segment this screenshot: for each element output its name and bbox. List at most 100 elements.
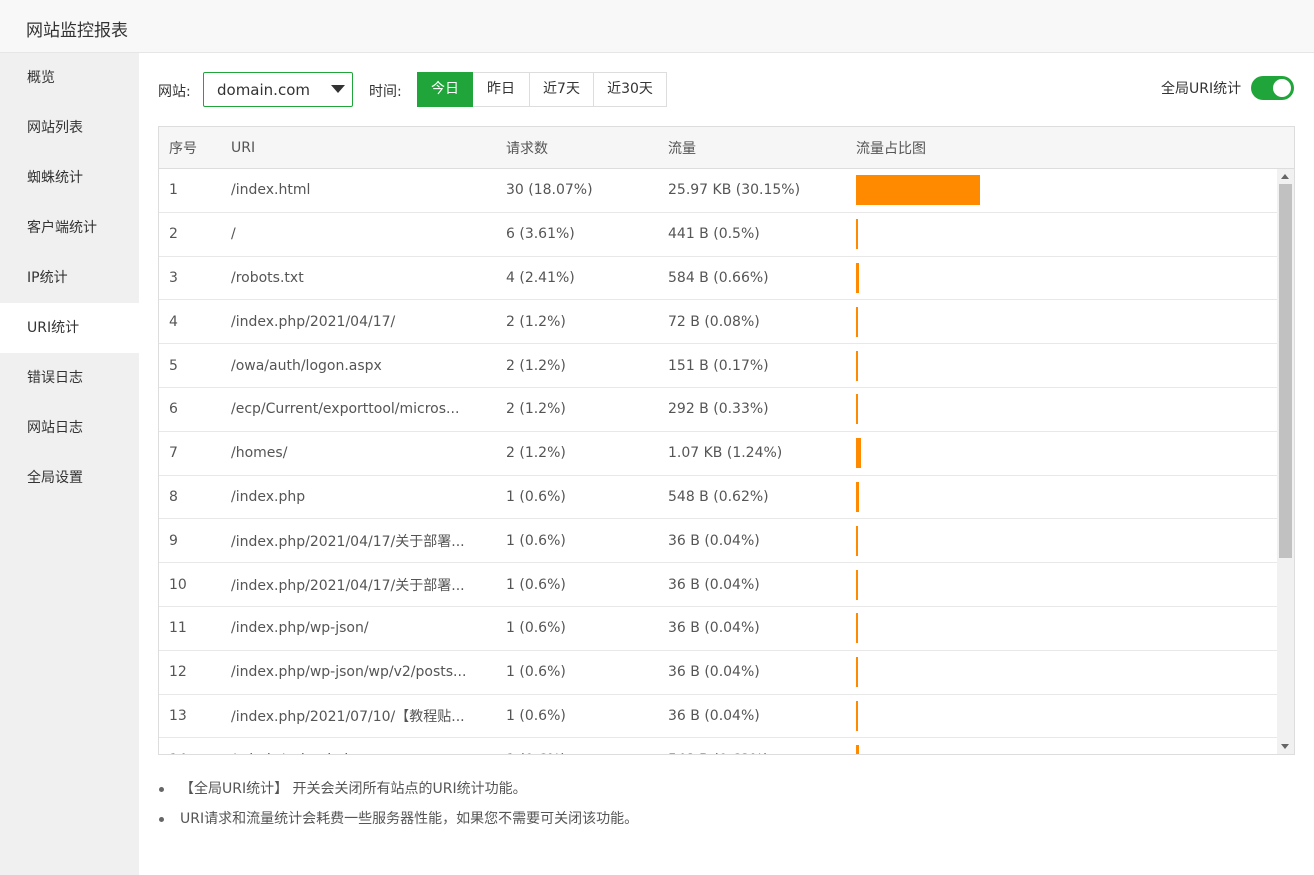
row-traffic: 548 B (0.62%) bbox=[668, 488, 769, 505]
row-traffic: 25.97 KB (30.15%) bbox=[668, 182, 801, 199]
row-requests: 2 (1.2%) bbox=[506, 401, 566, 418]
row-traffic: 36 B (0.04%) bbox=[668, 664, 760, 681]
sidebar-item-site-list[interactable]: 网站列表 bbox=[0, 103, 139, 153]
row-traffic: 292 B (0.33%) bbox=[668, 401, 769, 418]
table-body: 1/index.html 30 (18.07%) 25.97 KB (30.15%)… bbox=[159, 169, 1277, 754]
sidebar: 概览 网站列表 蜘蛛统计 客户端统计 IP统计 URI统计 错误日志 网站日志 … bbox=[0, 53, 139, 875]
title-bar: 网站监控报表 bbox=[0, 0, 1314, 53]
row-traffic-chart bbox=[856, 213, 1276, 256]
row-requests: 4 (2.41%) bbox=[506, 269, 575, 286]
row-uri: /index.php/2021/07/10/【教程贴... bbox=[231, 708, 465, 725]
row-requests: 30 (18.07%) bbox=[506, 182, 593, 199]
row-no: 4 bbox=[169, 313, 178, 330]
scroll-thumb[interactable] bbox=[1279, 184, 1292, 558]
site-select-value: domain.com bbox=[217, 81, 310, 99]
scroll-down-icon[interactable] bbox=[1281, 744, 1289, 749]
time-button-7days[interactable]: 近7天 bbox=[529, 72, 594, 107]
sidebar-item-global-settings[interactable]: 全局设置 bbox=[0, 453, 139, 503]
row-no: 12 bbox=[169, 664, 187, 681]
row-traffic: 441 B (0.5%) bbox=[668, 226, 760, 243]
row-no: 1 bbox=[169, 182, 178, 199]
table-row: 3/robots.txt 4 (2.41%) 584 B (0.66%) bbox=[159, 257, 1277, 301]
table-row: 13/index.php/2021/07/10/【教程贴... 1 (0.6%) 3… bbox=[159, 695, 1277, 739]
row-uri: /index.php/wp-json/ bbox=[231, 620, 369, 637]
table-row: 1/index.html 30 (18.07%) 25.97 KB (30.15%) bbox=[159, 169, 1277, 213]
main-panel: 网站: domain.com 时间: 今日 昨日 近7天 近30天 全局URI统… bbox=[139, 53, 1314, 875]
caret-down-icon bbox=[331, 85, 345, 93]
row-uri: /ecp/Current/exporttool/micros... bbox=[231, 401, 460, 418]
row-requests: 1 (0.6%) bbox=[506, 532, 566, 549]
scroll-up-icon[interactable] bbox=[1281, 174, 1289, 179]
header-no: 序号 bbox=[169, 140, 197, 157]
uri-table: 序号 URI 请求数 流量 流量占比图 1/index.html 30 (18.0… bbox=[158, 126, 1295, 755]
sidebar-item-site-log[interactable]: 网站日志 bbox=[0, 403, 139, 453]
row-no: 2 bbox=[169, 226, 178, 243]
sidebar-item-uri-stats[interactable]: URI统计 bbox=[0, 303, 139, 353]
time-range-group: 今日 昨日 近7天 近30天 bbox=[417, 72, 667, 107]
row-requests: 2 (1.2%) bbox=[506, 445, 566, 462]
site-select[interactable]: domain.com bbox=[203, 72, 353, 107]
toolbar: 网站: domain.com 时间: 今日 昨日 近7天 近30天 全局URI统… bbox=[139, 53, 1314, 125]
row-uri: /index.php/wp-json/wp/v2/posts... bbox=[231, 664, 467, 681]
traffic-bar bbox=[856, 525, 858, 556]
header-traffic-chart: 流量占比图 bbox=[856, 140, 926, 157]
header-uri: URI bbox=[231, 139, 256, 156]
notes-list: 【全局URI统计】 开关会关闭所有站点的URI统计功能。 URI请求和流量统计会… bbox=[158, 778, 1258, 838]
row-traffic-chart bbox=[856, 476, 1276, 519]
row-traffic-chart bbox=[856, 695, 1276, 738]
global-uri-toggle-label: 全局URI统计 bbox=[1161, 81, 1242, 97]
row-traffic: 36 B (0.04%) bbox=[668, 620, 760, 637]
note-item: 【全局URI统计】 开关会关闭所有站点的URI统计功能。 bbox=[158, 778, 1258, 808]
row-uri: /index.php/2021/04/17/关于部署... bbox=[231, 533, 465, 550]
row-requests: 2 (1.2%) bbox=[506, 313, 566, 330]
row-traffic-chart bbox=[856, 651, 1276, 694]
time-button-30days[interactable]: 近30天 bbox=[593, 72, 667, 107]
row-uri: /index.php bbox=[231, 488, 306, 505]
sidebar-item-spider-stats[interactable]: 蜘蛛统计 bbox=[0, 153, 139, 203]
time-button-today[interactable]: 今日 bbox=[417, 72, 473, 107]
note-item: URI请求和流量统计会耗费一些服务器性能，如果您不需要可关闭该功能。 bbox=[158, 808, 1258, 838]
traffic-bar bbox=[856, 613, 858, 644]
row-traffic: 36 B (0.04%) bbox=[668, 576, 760, 593]
app-title: 网站监控报表 bbox=[26, 21, 128, 41]
row-traffic-chart bbox=[856, 432, 1276, 475]
traffic-bar bbox=[856, 481, 859, 512]
traffic-bar bbox=[856, 744, 859, 754]
sidebar-item-error-log[interactable]: 错误日志 bbox=[0, 353, 139, 403]
traffic-bar bbox=[856, 219, 859, 250]
table-row: 5/owa/auth/logon.aspx 2 (1.2%) 151 B (0.17… bbox=[159, 344, 1277, 388]
row-requests: 1 (0.6%) bbox=[506, 664, 566, 681]
traffic-bar bbox=[856, 262, 859, 293]
global-uri-toggle[interactable] bbox=[1251, 76, 1294, 100]
row-uri: /owa/auth/logon.aspx bbox=[231, 357, 382, 374]
traffic-bar bbox=[856, 350, 858, 381]
sidebar-item-client-stats[interactable]: 客户端统计 bbox=[0, 203, 139, 253]
row-no: 5 bbox=[169, 357, 178, 374]
table-row: 6/ecp/Current/exporttool/micros... 2 (1.2… bbox=[159, 388, 1277, 432]
row-requests: 1 (0.6%) bbox=[506, 488, 566, 505]
site-label: 网站: bbox=[158, 84, 191, 100]
table-scrollbar[interactable] bbox=[1277, 169, 1294, 754]
row-requests: 6 (3.61%) bbox=[506, 226, 575, 243]
row-uri: /admin/ucloud.php bbox=[231, 738, 486, 754]
table-row: 2 / 6 (3.61%) 441 B (0.5%) bbox=[159, 213, 1277, 257]
time-button-yesterday[interactable]: 昨日 bbox=[472, 72, 530, 107]
row-requests: 2 (1.2%) bbox=[506, 357, 566, 374]
row-traffic-chart bbox=[856, 169, 1276, 212]
row-traffic: 36 B (0.04%) bbox=[668, 532, 760, 549]
sidebar-item-overview[interactable]: 概览 bbox=[0, 53, 139, 103]
sidebar-item-ip-stats[interactable]: IP统计 bbox=[0, 253, 139, 303]
row-requests: 1 (0.6%) bbox=[506, 620, 566, 637]
row-traffic: 36 B (0.04%) bbox=[668, 707, 760, 724]
row-no: 7 bbox=[169, 445, 178, 462]
row-traffic-chart bbox=[856, 519, 1276, 562]
row-uri: /index.php/2021/04/17/ bbox=[231, 313, 396, 330]
row-traffic-chart bbox=[856, 257, 1276, 300]
row-no: 11 bbox=[169, 620, 187, 637]
row-no: 13 bbox=[169, 707, 187, 724]
traffic-bar bbox=[856, 306, 858, 337]
row-traffic: 1.07 KB (1.24%) bbox=[668, 445, 783, 462]
row-traffic-chart bbox=[856, 607, 1276, 650]
table-header: 序号 URI 请求数 流量 流量占比图 bbox=[159, 127, 1294, 169]
traffic-bar bbox=[856, 438, 862, 469]
